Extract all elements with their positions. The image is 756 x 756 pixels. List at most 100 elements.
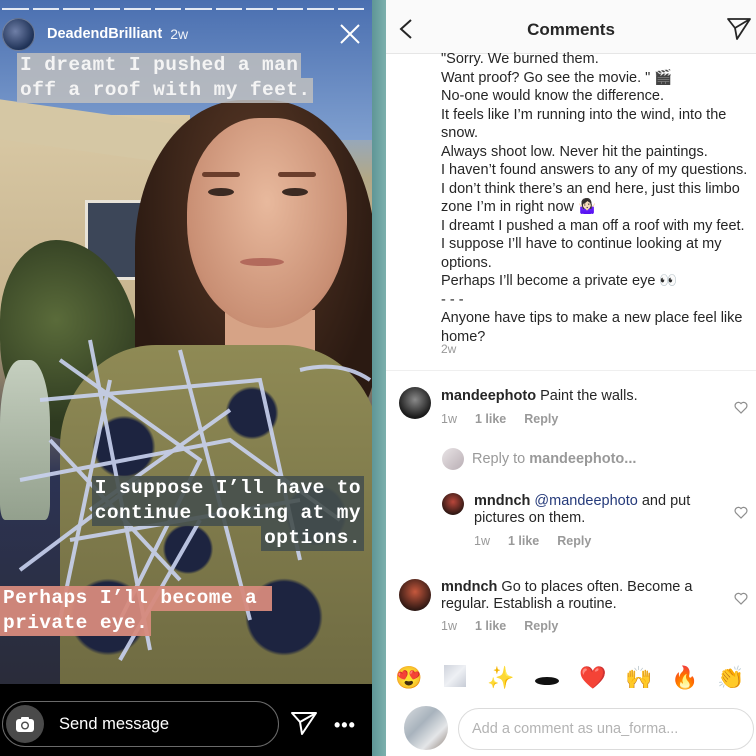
caption-line: Always shoot low. Never hit the painting… bbox=[441, 143, 708, 160]
comment-username[interactable]: mndnch bbox=[474, 493, 530, 509]
story-username[interactable]: DeadendBrilliant bbox=[47, 26, 162, 42]
story-caption-middle: I suppose I’ll have to continue looking … bbox=[91, 476, 364, 551]
comment-mention[interactable]: @mandeephoto bbox=[534, 493, 637, 509]
comment-username[interactable]: mandeephoto bbox=[441, 388, 536, 404]
comment-meta: 1w 1 like Reply bbox=[441, 619, 558, 633]
caption-timestamp: 2w bbox=[441, 342, 457, 356]
commenter-avatar[interactable] bbox=[399, 387, 431, 419]
reply-button[interactable]: Reply bbox=[557, 534, 591, 548]
comments-header: Comments bbox=[386, 0, 756, 54]
camera-icon bbox=[16, 716, 34, 732]
comment-time: 1w bbox=[474, 534, 490, 548]
eye bbox=[208, 188, 234, 196]
heart-eyes-emoji[interactable]: 😍 bbox=[386, 667, 432, 689]
eyebrow bbox=[278, 172, 316, 177]
caption-line: I suppose I’ll have to continue looking … bbox=[441, 236, 722, 271]
heart-icon[interactable] bbox=[734, 592, 748, 605]
face bbox=[187, 118, 347, 328]
story-user-avatar[interactable] bbox=[2, 17, 35, 51]
progress-segment bbox=[307, 8, 334, 10]
caption-line: I suppose I’ll have to bbox=[91, 476, 364, 501]
caption-line: - - - bbox=[441, 291, 464, 308]
close-icon[interactable] bbox=[338, 22, 362, 46]
direct-share-icon[interactable] bbox=[726, 17, 752, 41]
caption-line: I haven’t found answers to any of my que… bbox=[441, 162, 748, 178]
commenter-avatar[interactable] bbox=[442, 493, 464, 515]
caption-line: Perhaps I’ll become a bbox=[0, 586, 273, 611]
sparkles-emoji[interactable]: ✨ bbox=[478, 667, 524, 689]
comment-text: mndnch @mandeephoto and put pictures on … bbox=[474, 493, 714, 527]
caption-line: I dreamt I pushed a man bbox=[17, 53, 302, 78]
story-caption-bottom: Perhaps I’ll become a private eye. bbox=[0, 586, 273, 636]
camera-button[interactable] bbox=[6, 705, 44, 743]
comment-likes[interactable]: 1 like bbox=[475, 412, 506, 426]
more-options-button[interactable]: ••• bbox=[334, 715, 356, 736]
progress-segment bbox=[124, 8, 151, 10]
caption-line: No-one would know the difference. bbox=[441, 88, 665, 104]
caption-line: continue looking at my bbox=[91, 501, 364, 526]
clapping-emoji[interactable]: 👏 bbox=[708, 667, 754, 689]
reply-prompt: Reply to mandeephoto... bbox=[472, 451, 637, 467]
progress-segment bbox=[154, 8, 181, 10]
comment-time: 1w bbox=[441, 619, 457, 633]
story-footer: Send message ••• bbox=[0, 684, 372, 756]
caption-line: off a roof with my feet. bbox=[17, 78, 314, 103]
caption-line: private eye. bbox=[0, 611, 152, 636]
send-message-input[interactable]: Send message bbox=[2, 701, 279, 747]
screen: DeadendBrilliant 2w I dreamt I pushed a … bbox=[0, 0, 756, 756]
comments-screen: Comments "Sorry. We burned them. Want pro… bbox=[386, 0, 756, 756]
progress-segment bbox=[63, 8, 90, 10]
heart-icon[interactable] bbox=[734, 506, 748, 519]
progress-segment bbox=[93, 8, 120, 10]
my-avatar-small bbox=[442, 448, 464, 470]
story-caption-top: I dreamt I pushed a man off a roof with … bbox=[17, 53, 314, 103]
story-viewer: DeadendBrilliant 2w I dreamt I pushed a … bbox=[0, 0, 372, 756]
comment-likes[interactable]: 1 like bbox=[475, 619, 506, 633]
caption-line: I dreamt I pushed a man off a roof with … bbox=[441, 217, 745, 234]
eyebrow bbox=[202, 172, 240, 177]
commenter-avatar[interactable] bbox=[399, 579, 431, 611]
add-comment-row bbox=[386, 706, 756, 756]
progress-segment bbox=[32, 8, 59, 10]
mouth bbox=[240, 258, 284, 266]
red-heart-emoji[interactable]: ❤️ bbox=[570, 667, 616, 689]
caption-line: Perhaps I’ll become a private eye 👀 bbox=[441, 273, 678, 289]
progress-segment bbox=[337, 8, 364, 10]
comment-likes[interactable]: 1 like bbox=[508, 534, 539, 548]
caption-line: "Sorry. We burned them. bbox=[441, 51, 599, 67]
hole-emoji[interactable] bbox=[524, 667, 570, 689]
separator bbox=[386, 370, 756, 371]
caption-line: Want proof? Go see the movie. " 🎬 bbox=[441, 69, 673, 86]
eye bbox=[282, 188, 308, 196]
progress-segment bbox=[215, 8, 242, 10]
comment-username[interactable]: mndnch bbox=[441, 579, 497, 595]
post-caption: "Sorry. We burned them. Want proof? Go se… bbox=[441, 50, 756, 346]
add-comment-input[interactable] bbox=[458, 708, 754, 750]
fire-emoji[interactable]: 🔥 bbox=[662, 667, 708, 689]
reply-button[interactable]: Reply bbox=[524, 619, 558, 633]
comment-body: Paint the walls. bbox=[540, 388, 638, 404]
reply-button[interactable]: Reply bbox=[524, 412, 558, 426]
send-message-placeholder: Send message bbox=[59, 714, 170, 733]
comment-time: 1w bbox=[441, 412, 457, 426]
progress-segment bbox=[2, 8, 29, 10]
heart-icon[interactable] bbox=[734, 401, 748, 414]
comment-text: mandeephoto Paint the walls. bbox=[441, 388, 721, 405]
progress-segment bbox=[246, 8, 273, 10]
story-progress-bar bbox=[0, 8, 366, 11]
blank-emoji[interactable] bbox=[432, 665, 478, 691]
raised-hands-emoji[interactable]: 🙌 bbox=[616, 667, 662, 689]
view-reply-input[interactable]: Reply to mandeephoto... bbox=[442, 448, 636, 470]
story-header: DeadendBrilliant 2w bbox=[0, 16, 372, 52]
panel-divider bbox=[372, 0, 386, 756]
progress-segment bbox=[276, 8, 303, 10]
direct-share-icon[interactable] bbox=[290, 710, 318, 736]
caption-line: Anyone have tips to make a new place fee… bbox=[441, 310, 743, 345]
caption-line: It feels like I’m running into the wind,… bbox=[441, 106, 727, 142]
comment-text: mndnch Go to places often. Become a regu… bbox=[441, 579, 711, 613]
progress-segment bbox=[185, 8, 212, 10]
comment-meta: 1w 1 like Reply bbox=[441, 412, 558, 426]
quick-emoji-bar: 😍 ✨ ❤️ 🙌 🔥 👏 bbox=[386, 660, 756, 696]
caption-line: options. bbox=[261, 526, 364, 551]
page-title: Comments bbox=[527, 20, 615, 39]
